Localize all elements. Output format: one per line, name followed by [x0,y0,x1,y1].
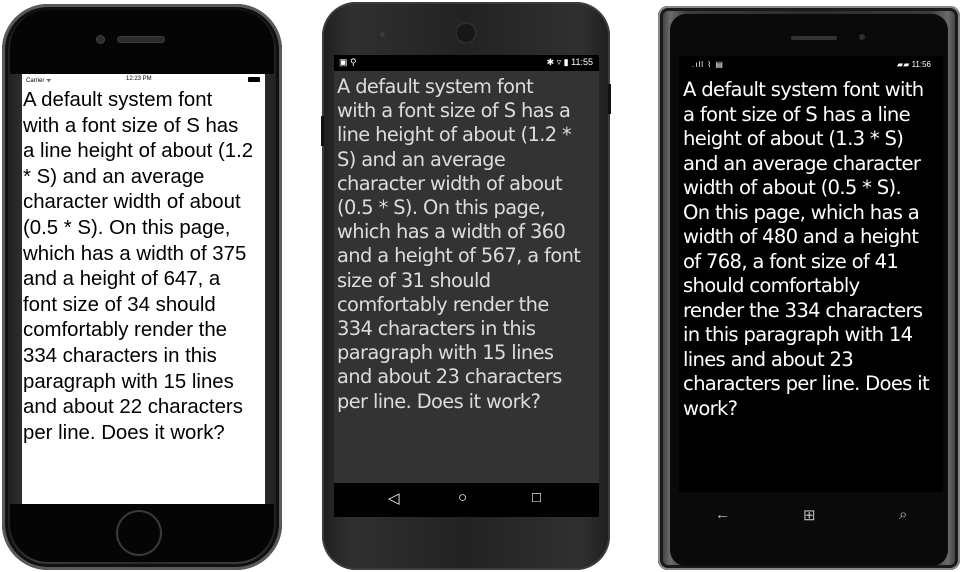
paragraph-line: render the 334 characters [683,298,923,322]
paragraph-line: characters per line. Does it [683,372,930,395]
paragraph-line: paragraph with 15 lines [337,341,554,365]
android-paragraph: A default system font with a font size o… [337,75,599,414]
back-button[interactable]: ◁ [388,489,400,507]
paragraph-line: comfortably render the [337,292,549,316]
notification-icons: ▣ ⚲ [339,57,357,67]
paragraph-line: 334 characters in this [23,344,217,367]
start-button[interactable]: ⊞ [803,506,816,524]
paragraph-line: a font size of S has a line [683,102,911,126]
paragraph-line: lines and about 23 [683,347,854,371]
paragraph-line: (0.5 * S). On this page, [23,216,231,239]
paragraph-line: width of 480 and a height [683,225,919,248]
iphone-speaker-icon [118,37,164,42]
paragraph-line: with a font size of S has [23,114,239,137]
windows-phone-camera-icon [859,34,865,40]
paragraph-line: A default system font [23,89,213,111]
paragraph-line: work? [683,396,738,420]
search-button[interactable]: ⌕ [899,506,907,523]
paragraph-line: On this page, which has a [683,200,920,224]
paragraph-line: in this paragraph with 14 [683,323,913,346]
iphone-top-bezel [10,10,274,74]
paragraph-line: A default system font [337,75,534,98]
paragraph-line: per line. Does it work? [23,421,225,444]
iphone-camera-icon [97,36,104,43]
carrier-label: Carrier ᯤ [26,78,52,84]
paragraph-line: should comfortably [683,274,860,297]
paragraph-line: height of about (1.3 * S) [683,127,904,150]
paragraph-line: a line height of about (1.2 [23,140,254,163]
paragraph-line: of 768, a font size of 41 [683,249,899,273]
iphone-screen: Carrier ᯤ 12:23 PM A default system font… [22,74,265,504]
android-camera-icon [457,24,475,42]
paragraph-line: and a height of 567, a font [337,244,581,268]
paragraph-line: font size of 34 should [23,293,216,316]
status-time: ▰▰ 11:56 [897,60,931,69]
status-time: ✱ ▿ ▮ 11:55 [546,57,593,67]
android-status-bar: ▣ ⚲ ✱ ▿ ▮ 11:55 [334,55,599,71]
status-time: 12:23 PM [126,76,152,82]
paragraph-line: * S) and an average [23,165,205,188]
paragraph-line: and about 22 characters [23,396,243,419]
paragraph-line: which has a width of 375 [23,242,247,265]
paragraph-line: character width of about [337,171,563,195]
paragraph-line: which has a width of 360 [337,220,566,244]
paragraph-line: and a height of 647, a [23,268,221,291]
android-navigation-bar: ◁ ○ □ [334,483,599,517]
signal-wifi-icons: .ıll ⌇ ▤ [692,60,724,69]
paragraph-line: width of about (0.5 * S). [683,176,902,199]
paragraph-line: A default system font with [683,78,924,101]
paragraph-line: S) and an average [337,147,506,171]
iphone-status-bar: Carrier ᯤ 12:23 PM [22,74,265,86]
paragraph-line: and about 23 characters [337,365,562,389]
windows-paragraph: A default system font with a font size o… [683,78,943,421]
recents-button[interactable]: □ [532,489,541,506]
paragraph-line: and an average character [683,151,921,175]
windows-status-bar: .ıll ⌇ ▤ ▰▰ 11:56 [679,56,943,74]
android-side-button [321,116,324,146]
paragraph-line: (0.5 * S). On this page, [337,196,546,220]
android-screen: ▣ ⚲ ✱ ▿ ▮ 11:55 A default system font wi… [334,55,599,517]
windows-navigation-bar: ← ⊞ ⌕ [679,496,943,540]
paragraph-line: line height of about (1.2 * [337,123,572,147]
home-button[interactable]: ○ [458,489,467,506]
battery-icon [248,77,260,82]
paragraph-line: comfortably render the [23,319,228,342]
iphone-home-button[interactable] [118,512,160,554]
paragraph-line: paragraph with 15 lines [23,370,234,393]
paragraph-line: per line. Does it work? [337,389,541,413]
windows-phone-screen: .ıll ⌇ ▤ ▰▰ 11:56 A default system font … [679,56,943,492]
ios-paragraph: A default system font with a font size o… [23,88,265,446]
paragraph-line: size of 31 should [337,268,491,292]
paragraph-line: with a font size of S has a [337,99,571,123]
android-sensor-icon [380,32,385,37]
windows-phone-speaker-icon [791,36,837,40]
android-power-button [608,84,611,114]
paragraph-line: 334 characters in this [337,317,536,341]
back-button[interactable]: ← [715,506,730,523]
paragraph-line: character width of about [23,191,241,214]
